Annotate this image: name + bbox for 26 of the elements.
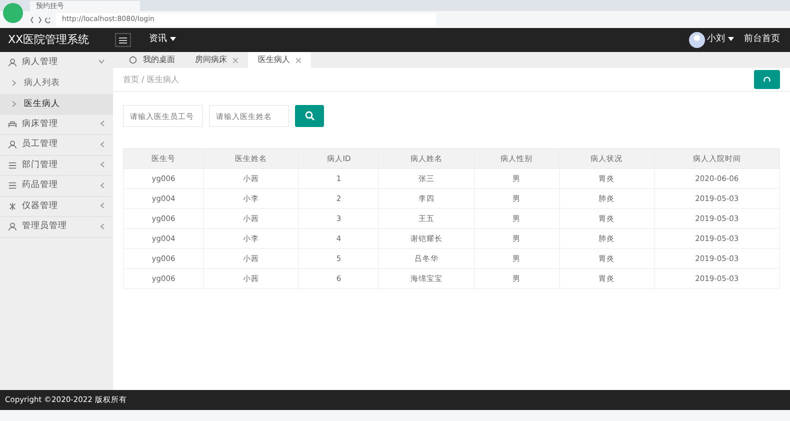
chevron-right-icon	[12, 80, 16, 86]
sidebar-subitem[interactable]: 医生病人	[0, 94, 113, 114]
breadcrumb: 首页 / 医生病人	[123, 74, 179, 86]
refresh-button[interactable]	[754, 70, 780, 89]
home-icon	[129, 56, 137, 64]
sidebar-subitem[interactable]: 病人列表	[0, 72, 113, 94]
caret-icon	[728, 36, 734, 41]
browser-logo-icon	[3, 3, 23, 23]
user-menu[interactable]: 小刘	[707, 33, 734, 47]
home-link[interactable]: 前台首页	[744, 33, 780, 47]
app-title: XX医院管理系统	[7, 32, 90, 48]
avatar-icon	[688, 32, 704, 48]
close-icon[interactable]	[233, 58, 238, 62]
menu-toggle-icon[interactable]	[115, 33, 131, 47]
search-button[interactable]	[295, 105, 324, 127]
nav-menu[interactable]: 资讯	[149, 33, 176, 47]
refresh-icon	[763, 76, 771, 84]
page-tab[interactable]: 房间病床	[185, 52, 248, 68]
page-tab[interactable]: 我的桌面	[119, 52, 185, 68]
chevron-right-icon	[12, 101, 16, 107]
caret-icon	[170, 36, 176, 41]
browser-nav-icon	[30, 16, 50, 24]
sidebar-item[interactable]: 病人管理	[0, 52, 113, 72]
close-icon[interactable]	[296, 58, 301, 62]
page-tab[interactable]: 医生病人	[248, 52, 311, 68]
search-icon	[304, 111, 314, 121]
